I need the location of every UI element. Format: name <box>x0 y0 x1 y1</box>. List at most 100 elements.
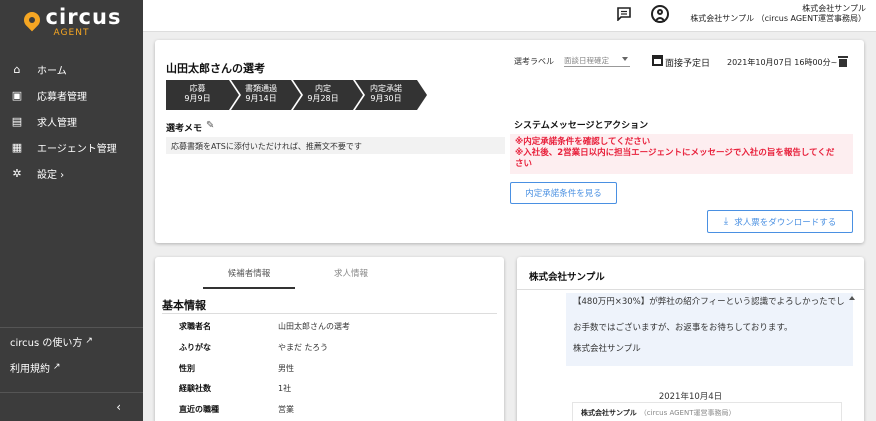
logo-word: circus <box>45 4 122 29</box>
sidebar-item-jobs[interactable]: ▤ 求人管理 <box>0 108 143 134</box>
howto-link-label: circus の使い方 <box>10 337 83 349</box>
section-title: 基本情報 <box>162 299 206 312</box>
info-key: ふりがな <box>179 343 211 352</box>
applicant-icon: ▣ <box>11 88 23 102</box>
sidebar-item-home[interactable]: ⌂ ホーム <box>0 56 143 82</box>
message-date: 2021年10月4日 <box>658 392 723 402</box>
step-name: 書類通過 <box>245 84 277 93</box>
info-key: 直近の職種 <box>179 405 219 414</box>
sender-sub: （circus AGENT運営事務局） <box>639 409 736 417</box>
candidate-card: 候補者情報 求人情報 基本情報 求職者名 山田太郎さんの選考 ふりがな やまだ … <box>155 257 504 421</box>
message-card: 株式会社サンプル 【480万円×30%】が弊社の紹介フィーという認識でよろしかっ… <box>517 257 864 421</box>
step-name: 内定 <box>315 84 331 93</box>
alert-line: ※内定承諾条件を確認してください <box>515 137 651 147</box>
terms-link-label: 利用規約 <box>10 363 50 375</box>
scroll-up-icon[interactable] <box>849 296 855 300</box>
sender-name: 株式会社サンプル <box>581 409 637 417</box>
external-link-icon: ↗ <box>85 336 93 346</box>
message-line: 【480万円×30%】が弊社の紹介フィーという認識でよろしかったでし <box>573 297 845 307</box>
account-icon[interactable] <box>651 5 669 23</box>
selection-steps: 応募 9月9日 書類通過 9月14日 内定 9月28日 内定承諾 9月30日 <box>166 80 427 110</box>
sidebar-item-label: エージェント管理 <box>37 143 117 155</box>
selection-card: 山田太郎さんの選考 応募 9月9日 書類通過 9月14日 内定 9月28日 内定… <box>155 40 864 243</box>
sidebar-item-settings[interactable]: ✲ 設定 › <box>0 160 143 186</box>
logo-sub: AGENT <box>53 27 90 38</box>
memo-label: 選考メモ <box>166 124 203 134</box>
account-info[interactable]: 株式会社サンプル 株式会社サンプル （circus AGENT運営事務局） <box>690 4 866 23</box>
agent-icon: ▦ <box>11 140 23 154</box>
divider <box>162 313 497 314</box>
logo[interactable]: circus AGENT <box>0 0 143 44</box>
trash-icon[interactable] <box>838 56 848 67</box>
divider <box>517 289 864 290</box>
sidebar: circus AGENT ⌂ ホーム ▣ 応募者管理 ▤ 求人管理 ▦ エージェ… <box>0 0 143 421</box>
page-title: 山田太郎さんの選考 <box>166 62 265 75</box>
step-name: 応募 <box>189 84 206 93</box>
interview-label: 面接予定日 <box>665 59 711 69</box>
tab-candidate-info[interactable]: 候補者情報 <box>203 257 295 289</box>
sidebar-item-label: ホーム <box>37 65 67 77</box>
info-row: 性別 男性 <box>179 363 294 375</box>
step-date: 9月28日 <box>307 94 339 103</box>
sidebar-item-label: 応募者管理 <box>37 91 87 103</box>
step-applied: 応募 9月9日 <box>166 80 239 110</box>
info-value: 1社 <box>278 384 292 393</box>
view-offer-conditions-button[interactable]: 内定承諾条件を見る <box>510 182 617 204</box>
sidebar-item-label: 求人管理 <box>37 117 77 129</box>
job-icon: ▤ <box>11 114 23 128</box>
step-date: 9月30日 <box>370 94 402 103</box>
message-title: 株式会社サンプル <box>529 272 605 283</box>
label-select-value: 面談日程確定 <box>564 56 609 65</box>
chat-icon[interactable] <box>617 7 631 21</box>
sidebar-item-applicants[interactable]: ▣ 応募者管理 <box>0 82 143 108</box>
label-select[interactable]: 面談日程確定 <box>564 54 630 67</box>
company-name: 株式会社サンプル <box>802 4 866 13</box>
sidebar-nav: ⌂ ホーム ▣ 応募者管理 ▤ 求人管理 ▦ エージェント管理 ✲ 設定 › <box>0 56 143 186</box>
download-job-button[interactable]: ⤓ 求人票をダウンロードする <box>707 210 853 233</box>
info-key: 経験社数 <box>179 384 211 393</box>
info-value: 営業 <box>278 405 294 414</box>
system-message-label: システムメッセージとアクション <box>514 121 649 131</box>
info-key: 求職者名 <box>179 322 211 331</box>
label-caption: 選考ラベル <box>514 57 554 66</box>
step-doc-pass: 書類通過 9月14日 <box>231 80 301 110</box>
sidebar-item-agents[interactable]: ▦ エージェント管理 <box>0 134 143 160</box>
sidebar-collapse-button[interactable]: ‹ <box>0 392 143 421</box>
interview-date: 2021年10月07日 16時00分~ <box>727 58 838 67</box>
sidebar-item-label: 設定 › <box>37 169 65 181</box>
info-value: 男性 <box>278 364 294 373</box>
calendar-icon <box>652 55 663 66</box>
home-icon: ⌂ <box>13 62 21 76</box>
message-line: お手数ではございますが、お返事をお待ちしております。 <box>573 323 793 333</box>
chevron-left-icon: ‹ <box>116 400 121 414</box>
info-row: 求職者名 山田太郎さんの選考 <box>179 321 350 333</box>
step-date: 9月9日 <box>184 94 211 103</box>
info-row: 経験社数 1社 <box>179 383 291 395</box>
message-bubble: 【480万円×30%】が弊社の紹介フィーという認識でよろしかったでし お手数では… <box>566 293 853 366</box>
alert-line: さい <box>515 159 533 170</box>
info-value: やまだ たろう <box>278 343 329 352</box>
alert-line: ※入社後、2営業日以内に担当エージェントにメッセージで入社の旨を報告してくだ <box>515 148 835 159</box>
howto-link[interactable]: circus の使い方 ↗ <box>0 328 143 354</box>
info-value: 山田太郎さんの選考 <box>278 322 350 331</box>
active-tab-indicator <box>203 287 295 289</box>
step-offer-accepted: 内定承諾 9月30日 <box>355 80 427 110</box>
gear-icon: ✲ <box>12 166 22 180</box>
logo-pin-icon <box>20 8 43 34</box>
step-offer: 内定 9月28日 <box>293 80 363 110</box>
system-alert: ※内定承諾条件を確認してください ※入社後、2営業日以内に担当エージェントにメッ… <box>510 134 853 174</box>
user-name: 株式会社サンプル （circus AGENT運営事務局） <box>690 13 866 23</box>
download-icon: ⤓ <box>723 216 729 227</box>
external-link-icon: ↗ <box>53 362 61 372</box>
chevron-down-icon <box>622 57 628 61</box>
info-row: ふりがな やまだ たろう <box>179 342 328 354</box>
step-date: 9月14日 <box>245 94 277 103</box>
pencil-icon[interactable]: ✎ <box>206 120 214 131</box>
download-button-label: 求人票をダウンロードする <box>734 217 837 228</box>
sidebar-links: circus の使い方 ↗ 利用規約 ↗ <box>0 327 143 380</box>
tab-job-info[interactable]: 求人情報 <box>305 257 397 289</box>
top-header: 株式会社サンプル 株式会社サンプル （circus AGENT運営事務局） <box>143 0 876 32</box>
message-item: 株式会社サンプル （circus AGENT運営事務局） <box>572 402 842 421</box>
candidate-tabs: 候補者情報 求人情報 <box>155 257 504 289</box>
terms-link[interactable]: 利用規約 ↗ <box>0 354 143 380</box>
